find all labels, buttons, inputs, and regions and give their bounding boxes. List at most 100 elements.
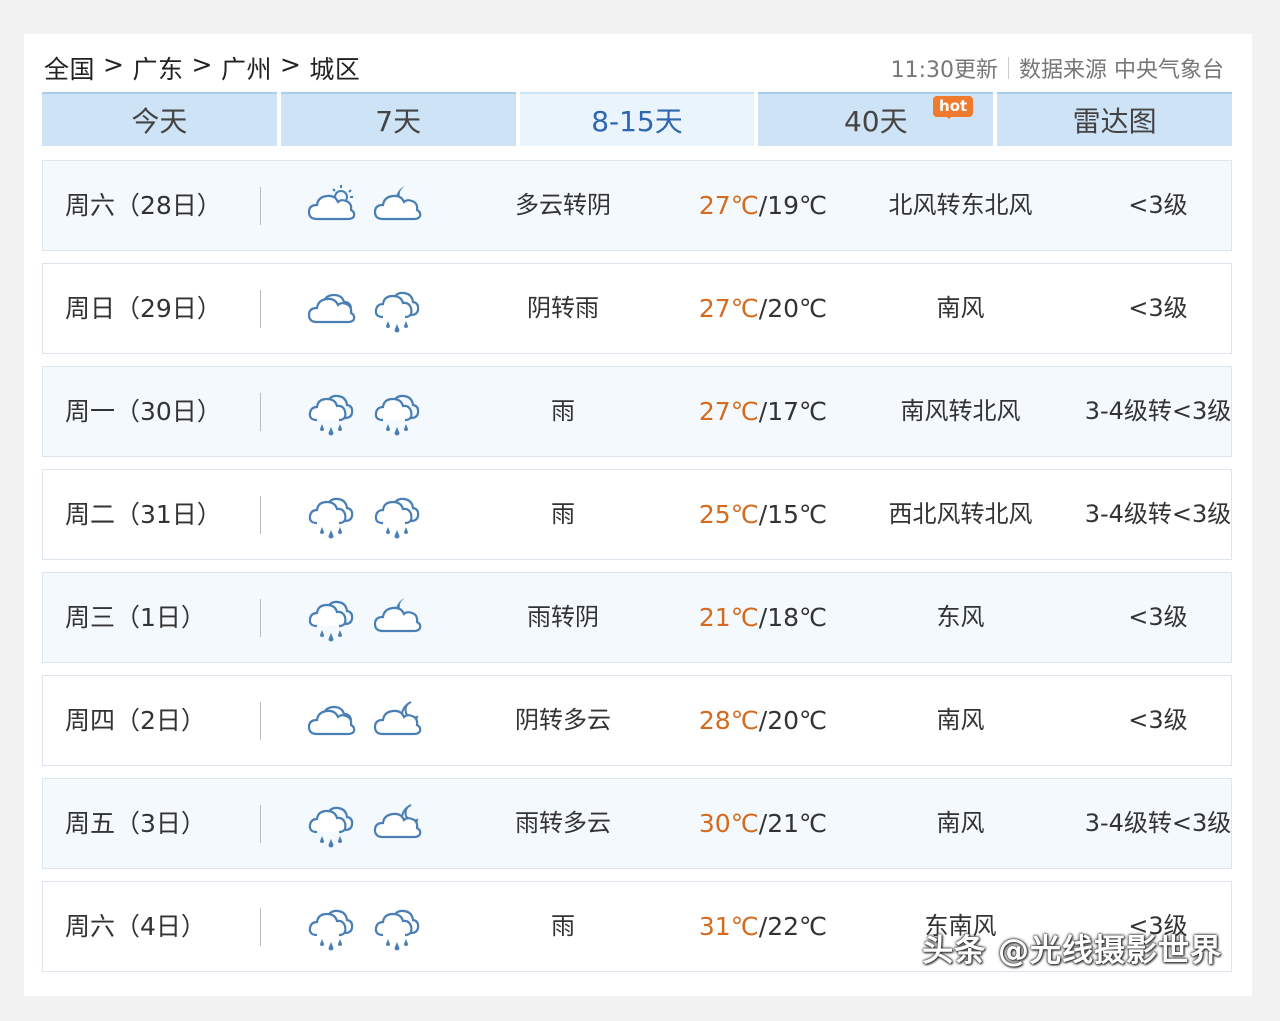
temp-separator: /: [758, 706, 768, 735]
tab-7-days[interactable]: 7天: [280, 92, 516, 146]
tab-label: 8-15天: [591, 105, 683, 138]
wind-direction: 北风转东北风: [888, 191, 1033, 219]
rain-icon: [374, 394, 420, 436]
weather-description: 阴转多云: [515, 706, 611, 734]
topbar: 全国 > 广东 > 广州 > 城区 11:30更新 数据来源 中央气象台: [44, 50, 1224, 86]
wind-level: 3-4级转<3级: [1084, 500, 1232, 528]
weather-description: 阴转雨: [527, 294, 599, 322]
tab-label: 雷达图: [1072, 105, 1157, 138]
row-divider: [260, 187, 261, 225]
low-temp: 21℃: [767, 809, 828, 838]
hot-badge: hot: [933, 96, 974, 119]
temp-separator: /: [758, 191, 768, 220]
breadcrumb: 全国 > 广东 > 广州 > 城区: [44, 50, 360, 86]
rain-icon: [374, 909, 420, 951]
cloudy-night-icon: [373, 701, 422, 736]
weather-icons: [305, 387, 425, 437]
temp-separator: /: [758, 912, 768, 941]
weather-icons: [305, 902, 425, 952]
rain-icon: [308, 909, 354, 951]
tab-label: 40天: [843, 105, 908, 138]
rain-icon: [308, 806, 354, 848]
low-temp: 20℃: [767, 294, 828, 323]
temperature: 21℃/18℃: [683, 573, 843, 662]
row-divider: [260, 908, 261, 946]
temp-separator: /: [758, 500, 768, 529]
row-divider: [260, 702, 261, 740]
wind-direction: 南风转北风: [900, 397, 1021, 425]
weather-icons: [305, 284, 425, 334]
weather-icons: [305, 181, 425, 231]
high-temp: 27℃: [698, 294, 759, 323]
forecast-row: 周六（28日） 多云转阴 27℃/19℃ 北风转东北风 <3级: [42, 160, 1232, 251]
wind-direction: 西北风转北风: [888, 500, 1033, 528]
wind-direction: 南风: [936, 809, 985, 837]
forecast-day: 周六（4日）: [65, 912, 206, 941]
wind-direction: 东风: [936, 603, 985, 631]
update-time: 11:30更新: [890, 58, 998, 83]
forecast-list: 周六（28日） 多云转阴 27℃/19℃ 北风转东北风 <3级 周日（29日） 阴转雨 27℃…: [42, 160, 1232, 984]
rain-icon: [308, 600, 354, 642]
tab-today[interactable]: 今天: [42, 92, 277, 146]
rain-icon: [308, 497, 354, 539]
temp-separator: /: [758, 294, 768, 323]
forecast-day: 周二（31日）: [65, 500, 222, 529]
tab-radar[interactable]: 雷达图: [997, 92, 1232, 146]
rain-icon: [308, 394, 354, 436]
meta-divider: [1008, 57, 1009, 79]
rain-icon: [374, 291, 420, 333]
forecast-row: 周二（31日） 雨 25℃/15℃ 西北风转北风 3-4级转<3级: [42, 469, 1232, 560]
forecast-day: 周六（28日）: [65, 191, 222, 220]
breadcrumb-separator: >: [191, 50, 213, 79]
low-temp: 17℃: [767, 397, 828, 426]
breadcrumb-item-city[interactable]: 广州: [221, 50, 272, 86]
forecast-row: 周四（2日） 阴转多云 28℃/20℃ 南风 <3级: [42, 675, 1232, 766]
wind-level: 3-4级转<3级: [1084, 809, 1232, 837]
weather-description: 雨: [551, 912, 575, 940]
weather-card: 全国 > 广东 > 广州 > 城区 11:30更新 数据来源 中央气象台 今天 …: [24, 34, 1252, 996]
tab-8-15-days[interactable]: 8-15天: [519, 92, 755, 146]
low-temp: 20℃: [767, 706, 828, 735]
temperature: 28℃/20℃: [683, 676, 843, 765]
breadcrumb-item-national[interactable]: 全国: [44, 50, 95, 86]
breadcrumb-item-province[interactable]: 广东: [132, 50, 183, 86]
row-divider: [260, 805, 261, 843]
breadcrumb-item-district: 城区: [309, 55, 361, 84]
weather-description: 雨: [551, 397, 575, 425]
temperature: 27℃/19℃: [683, 161, 843, 250]
tab-label: 今天: [131, 105, 188, 138]
forecast-day: 周五（3日）: [65, 809, 206, 838]
partly-cloudy-night-icon: [373, 598, 422, 633]
cloudy-night-icon: [373, 804, 422, 839]
temperature: 30℃/21℃: [683, 779, 843, 868]
weather-description: 多云转阴: [515, 191, 611, 219]
row-divider: [260, 599, 261, 637]
forecast-tabs: 今天 7天 8-15天 40天 hot 雷达图: [42, 92, 1232, 146]
low-temp: 15℃: [767, 500, 828, 529]
forecast-day: 周四（2日）: [65, 706, 206, 735]
forecast-day: 周日（29日）: [65, 294, 222, 323]
row-divider: [260, 496, 261, 534]
low-temp: 19℃: [767, 191, 828, 220]
low-temp: 22℃: [767, 912, 828, 941]
weather-description: 雨: [551, 500, 575, 528]
weather-icons: [305, 799, 425, 849]
temperature: 27℃/17℃: [683, 367, 843, 456]
forecast-day: 周三（1日）: [65, 603, 206, 632]
wind-direction: 南风: [936, 294, 985, 322]
partly-cloudy-day-icon: [307, 185, 356, 221]
wind-direction: 南风: [936, 706, 985, 734]
weather-description: 雨转阴: [527, 603, 599, 631]
tab-40-days[interactable]: 40天 hot: [758, 92, 994, 146]
temp-separator: /: [758, 603, 768, 632]
forecast-row: 周一（30日） 雨 27℃/17℃ 南风转北风 3-4级转<3级: [42, 366, 1232, 457]
high-temp: 31℃: [698, 912, 759, 941]
tab-label: 7天: [375, 105, 422, 138]
rain-icon: [374, 497, 420, 539]
high-temp: 25℃: [698, 500, 759, 529]
breadcrumb-separator: >: [103, 50, 125, 79]
forecast-day: 周一（30日）: [65, 397, 222, 426]
weather-icons: [305, 593, 425, 643]
forecast-row: 周三（1日） 雨转阴 21℃/18℃ 东风 <3级: [42, 572, 1232, 663]
temp-separator: /: [758, 397, 768, 426]
